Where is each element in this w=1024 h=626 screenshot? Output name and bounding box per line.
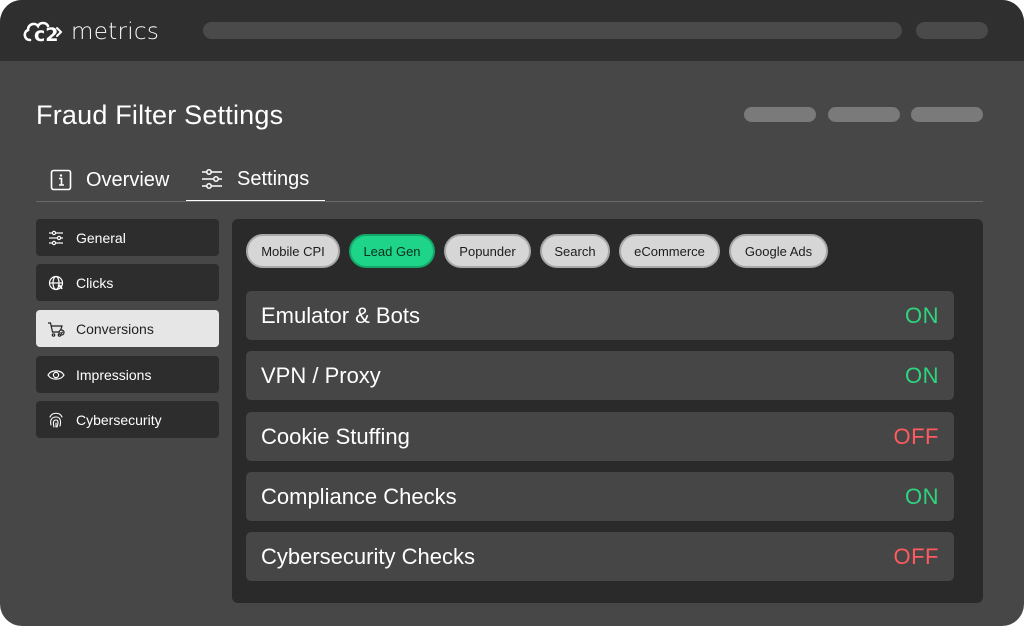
page-title: Fraud Filter Settings <box>36 100 284 130</box>
filter-status[interactable]: ON <box>905 363 939 389</box>
top-bar: c2 metrics <box>0 0 1024 61</box>
sidebar-item-conversions[interactable]: Conversions <box>36 310 219 347</box>
filter-status[interactable]: ON <box>905 484 939 510</box>
chip-google-ads[interactable]: Google Ads <box>729 234 828 268</box>
eye-icon <box>46 365 66 385</box>
sidebar-item-label: Cybersecurity <box>76 411 162 428</box>
sidebar-item-label: General <box>76 229 126 246</box>
filter-status[interactable]: OFF <box>894 424 940 450</box>
header-action-placeholder-2[interactable] <box>828 107 900 122</box>
filter-panel: Mobile CPI Lead Gen Popunder Search eCom… <box>232 219 983 603</box>
chip-lead-gen[interactable]: Lead Gen <box>349 234 435 268</box>
sidebar-item-impressions[interactable]: Impressions <box>36 356 219 393</box>
filter-status[interactable]: ON <box>905 303 939 329</box>
tab-overview-label: Overview <box>86 168 170 191</box>
sidebar-item-clicks[interactable]: Clicks <box>36 264 219 301</box>
filter-row-cookie-stuffing[interactable]: Cookie Stuffing OFF <box>246 412 954 461</box>
tab-settings-label: Settings <box>237 167 310 190</box>
tab-settings[interactable]: Settings <box>186 158 325 202</box>
logo-text: metrics <box>71 19 160 45</box>
globe-icon <box>46 273 66 293</box>
filter-label: VPN / Proxy <box>261 362 381 388</box>
app-window: c2 metrics Fraud Filter Settings Overvie… <box>0 0 1024 626</box>
sliders-icon <box>46 228 66 248</box>
filter-status[interactable]: OFF <box>894 544 940 570</box>
chip-popunder[interactable]: Popunder <box>444 234 531 268</box>
chip-mobile-cpi[interactable]: Mobile CPI <box>246 234 340 268</box>
topbar-action-placeholder[interactable] <box>916 22 988 39</box>
sidebar-item-cybersecurity[interactable]: Cybersecurity <box>36 401 219 438</box>
header-action-placeholder-1[interactable] <box>744 107 816 122</box>
chip-ecommerce[interactable]: eCommerce <box>619 234 720 268</box>
filter-label: Emulator & Bots <box>261 302 420 328</box>
sliders-icon <box>200 167 224 191</box>
filter-row-compliance-checks[interactable]: Compliance Checks ON <box>246 472 954 521</box>
tab-bar: Overview Settings <box>36 158 983 203</box>
filter-label: Cybersecurity Checks <box>261 543 475 569</box>
tab-overview[interactable]: Overview <box>49 158 169 202</box>
cart-icon <box>46 319 66 339</box>
sidebar-item-general[interactable]: General <box>36 219 219 256</box>
chip-search[interactable]: Search <box>540 234 610 268</box>
sidebar-item-label: Impressions <box>76 366 152 383</box>
logo[interactable]: c2 metrics <box>22 17 159 47</box>
sidebar-item-label: Conversions <box>76 320 154 337</box>
fingerprint-icon <box>46 410 66 430</box>
logo-prefix: c2 <box>34 24 58 46</box>
cloud-logo-icon: c2 <box>22 18 66 46</box>
filter-label: Compliance Checks <box>261 483 457 509</box>
sidebar-item-label: Clicks <box>76 274 114 291</box>
search-bar-placeholder[interactable] <box>203 22 902 39</box>
info-icon <box>49 168 73 192</box>
header-action-placeholder-3[interactable] <box>911 107 983 122</box>
filter-row-vpn-proxy[interactable]: VPN / Proxy ON <box>246 351 954 400</box>
filter-label: Cookie Stuffing <box>261 423 410 449</box>
tab-divider <box>36 201 983 202</box>
filter-row-emulator-bots[interactable]: Emulator & Bots ON <box>246 291 954 340</box>
filter-row-cybersecurity-checks[interactable]: Cybersecurity Checks OFF <box>246 532 954 581</box>
